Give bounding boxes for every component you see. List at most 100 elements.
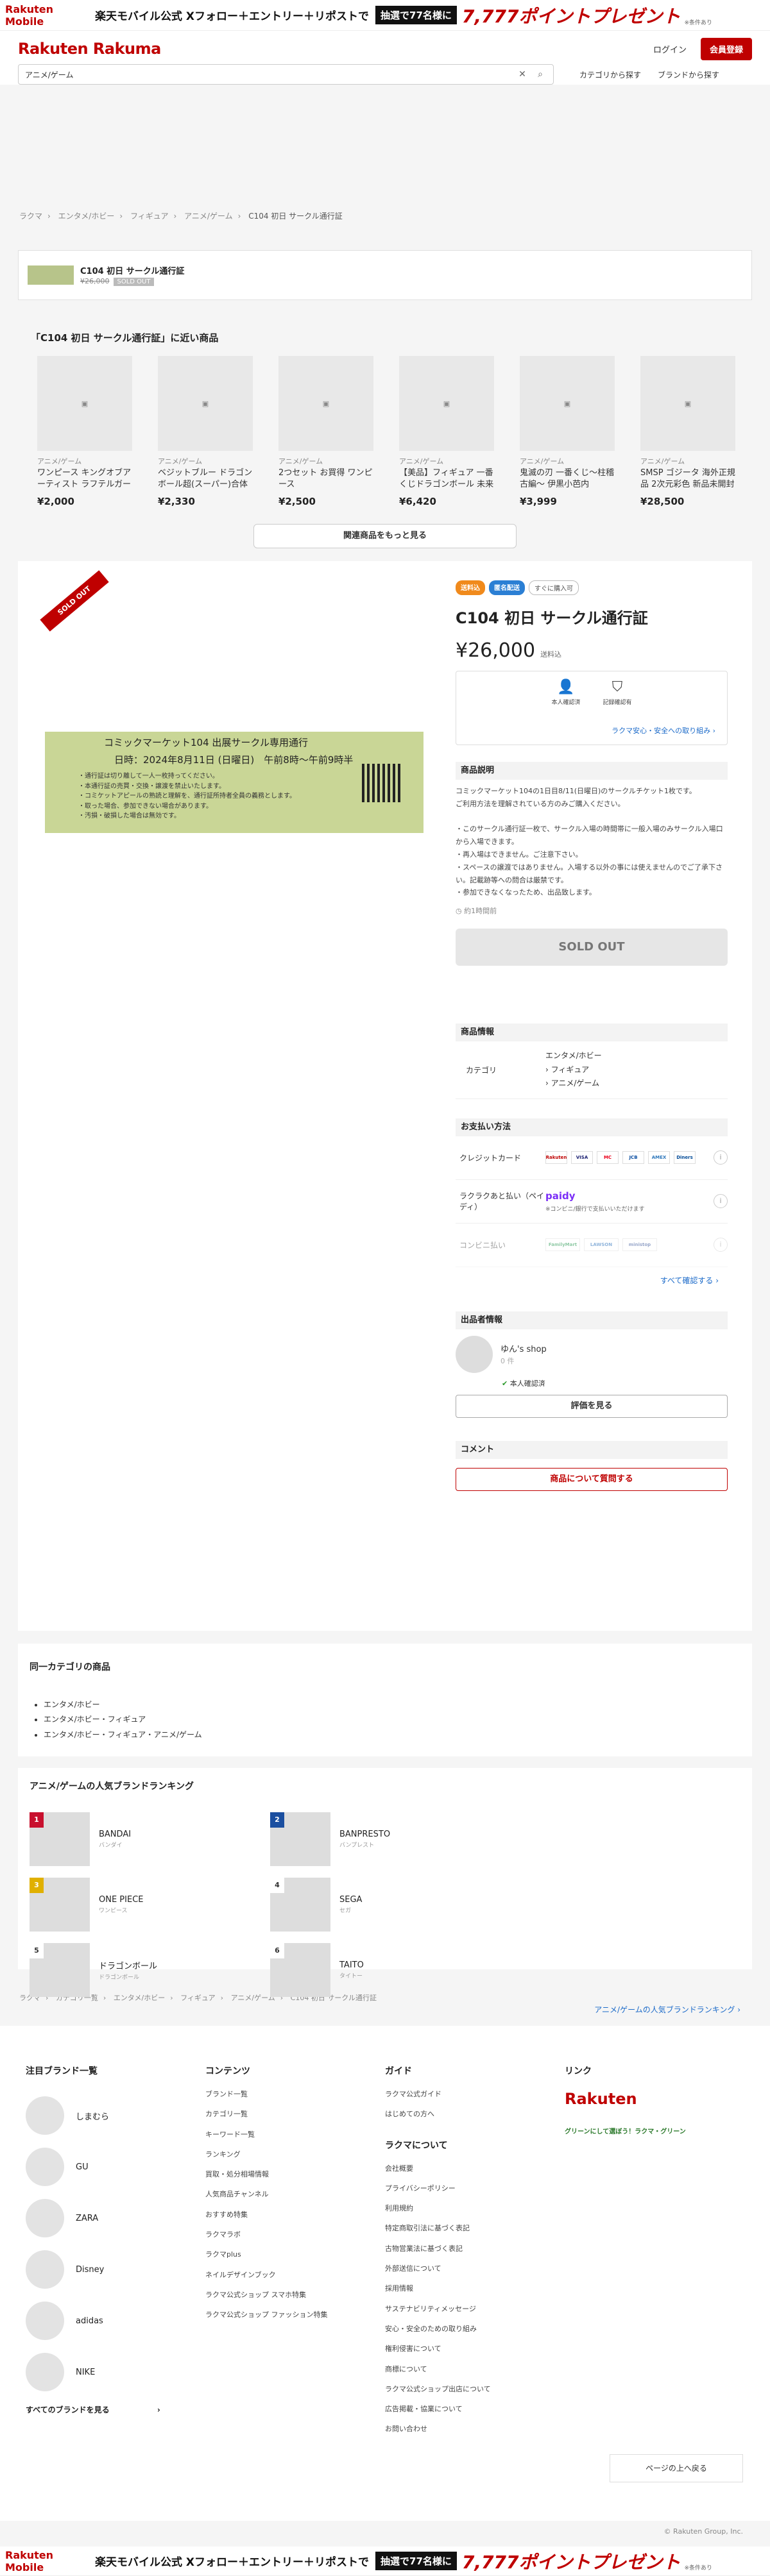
footer-link[interactable]: プライバシーポリシー — [385, 2184, 565, 2193]
seller-avatar[interactable] — [456, 1335, 493, 1373]
item-name[interactable]: SMSP ゴジータ 海外正規品 2次元彩色 新品未開封 — [640, 467, 735, 491]
footer-link[interactable]: ラクマ公式ショップ ファッション特集 — [205, 2311, 385, 2319]
footer-link[interactable]: 古物営業法に基づく表記 — [385, 2244, 565, 2253]
footer-link[interactable]: ネイルデザインブック — [205, 2271, 385, 2280]
brand-name[interactable]: NIKE — [76, 2368, 95, 2377]
similar-item[interactable]: ▣ アニメ/ゲームベジットブルー ドラゴンボール超(スーパー)合体超戦士最強必..… — [158, 356, 253, 507]
item-name[interactable]: 鬼滅の刃 一番くじ〜柱稽古編〜 伊黒小芭内 — [520, 467, 615, 491]
footer-link[interactable]: 採用情報 — [385, 2284, 565, 2293]
brand-name[interactable]: Disney — [76, 2265, 104, 2275]
breadcrumb-item[interactable]: フィギュア — [130, 212, 169, 221]
category-link[interactable]: › フィギュア — [545, 1065, 589, 1074]
brand-avatar[interactable] — [26, 2148, 64, 2186]
info-icon[interactable]: i — [714, 1194, 728, 1209]
brand-name[interactable]: BANPRESTO — [339, 1830, 390, 1839]
brand-avatar[interactable] — [26, 2199, 64, 2237]
sold-out-button[interactable]: SOLD OUT — [456, 929, 728, 966]
ranking-more-link[interactable]: アニメ/ゲームの人気ブランドランキング › — [30, 2004, 740, 2015]
breadcrumb-item[interactable]: エンタメ/ホビー — [58, 212, 115, 221]
footer-link[interactable]: キーワード一覧 — [205, 2130, 385, 2139]
footer-link[interactable]: ラクマplus — [205, 2250, 385, 2259]
footer-link[interactable]: 権利侵害について — [385, 2344, 565, 2353]
product-image[interactable]: ▣ — [399, 356, 494, 451]
breadcrumb-item[interactable]: フィギュア — [180, 1994, 216, 2002]
category-link[interactable]: › アニメ/ゲーム — [545, 1079, 599, 1088]
footer-link[interactable]: 人気商品チャンネル — [205, 2190, 385, 2199]
footer-link[interactable]: ランキング — [205, 2150, 385, 2159]
footer-link[interactable]: カテゴリ一覧 — [205, 2110, 385, 2119]
similar-item[interactable]: ▣ アニメ/ゲーム SMSP ゴジータ 海外正規品 2次元彩色 新品未開封 ¥28,5… — [640, 356, 735, 507]
review-button[interactable]: 評価を見る — [456, 1394, 728, 1418]
footer-link[interactable]: ラクマ公式ガイド — [385, 2090, 565, 2099]
category-link[interactable]: エンタメ/ホビー — [545, 1051, 602, 1060]
clear-icon[interactable]: ✕ — [516, 69, 529, 80]
footer-link[interactable]: ブランド一覧 — [205, 2090, 385, 2099]
ranking-item[interactable]: 3 ONE PIECE ワンピース — [30, 1876, 270, 1933]
similar-item[interactable]: ▣ アニメ/ゲーム 鬼滅の刃 一番くじ〜柱稽古編〜 伊黒小芭内 ¥3,999 — [520, 356, 615, 507]
category-link[interactable]: エンタメ/ホビー・フィギュア・アニメ/ゲーム — [44, 1730, 202, 1739]
seller-box[interactable]: ゆん's shop 0 件 — [456, 1335, 728, 1373]
category-link[interactable]: エンタメ/ホビー・フィギュア — [44, 1715, 146, 1724]
brand-name[interactable]: ドラゴンボール — [99, 1959, 157, 1971]
info-icon[interactable]: i — [714, 1238, 728, 1252]
login-link[interactable]: ログイン — [653, 43, 687, 55]
info-icon[interactable]: i — [714, 1150, 728, 1165]
footer-link[interactable]: お問い合わせ — [385, 2425, 565, 2434]
signup-button[interactable]: 会員登録 — [700, 37, 752, 60]
green-logo[interactable]: グリーンにして選ぼう！ラクマ・グリーン — [565, 2126, 744, 2135]
brand-name[interactable]: SEGA — [339, 1895, 362, 1905]
footer-brand[interactable]: Disney — [26, 2244, 205, 2295]
item-name[interactable]: ベジットブルー ドラゴンボール超(スーパー)合体超戦士最強必... — [158, 467, 253, 491]
footer-link[interactable]: 特定商取引法に基づく表記 — [385, 2224, 565, 2233]
ranking-item[interactable]: 4 SEGA セガ — [270, 1876, 511, 1933]
product-image[interactable]: ▣ — [640, 356, 735, 451]
footer-link[interactable]: 会社概要 — [385, 2164, 565, 2173]
ranking-item[interactable]: 5 ドラゴンボール ドラゴンボール — [30, 1941, 270, 1999]
rakuma-logo[interactable]: Rakuten Rakuma — [18, 40, 161, 58]
brand-image[interactable]: 2 — [270, 1812, 330, 1866]
item-name[interactable]: 【美品】フィギュア 一番くじドラゴンボール 未来への決闘 B... — [399, 467, 494, 491]
footer-link[interactable]: 利用規約 — [385, 2204, 565, 2213]
more-related-button[interactable]: 関連商品をもっと見る — [253, 524, 517, 548]
footer-brand[interactable]: adidas — [26, 2295, 205, 2346]
promo-banner[interactable]: Rakuten Mobile 楽天モバイル公式 Xフォロー＋エントリー＋リポスト… — [0, 0, 770, 31]
product-photo[interactable]: SOLD OUT コミックマーケット104 出展サークル専用通行 日時：2024… — [40, 570, 430, 946]
brand-name[interactable]: しまむら — [76, 2110, 109, 2122]
item-name[interactable]: 2つセット お買得 ワンピース — [278, 467, 373, 491]
footer-brand[interactable]: しまむら — [26, 2090, 205, 2141]
footer-link[interactable]: はじめての方へ — [385, 2110, 565, 2119]
footer-link[interactable]: おすすめ特集 — [205, 2210, 385, 2219]
product-image[interactable]: ▣ — [158, 356, 253, 451]
category-search-link[interactable]: カテゴリから探す — [579, 69, 641, 80]
brand-image[interactable]: 4 — [270, 1878, 330, 1932]
brand-search-link[interactable]: ブランドから探す — [658, 69, 719, 80]
item-name[interactable]: ワンピース キングオブアーティスト ラフテルガーロー — [37, 467, 132, 491]
seller-name[interactable]: ゆん's shop — [501, 1342, 547, 1354]
footer-brand[interactable]: ZARA — [26, 2193, 205, 2244]
similar-item[interactable]: ▣ アニメ/ゲーム 2つセット お買得 ワンピース ¥2,500 — [278, 356, 373, 507]
brand-image[interactable]: 6 — [270, 1943, 330, 1997]
footer-link[interactable]: 買取・処分相場情報 — [205, 2170, 385, 2179]
ranking-item[interactable]: 6 TAITO タイトー — [270, 1941, 511, 1999]
brand-image[interactable]: 1 — [30, 1812, 90, 1866]
product-image[interactable]: ▣ — [37, 356, 132, 451]
ask-question-button[interactable]: 商品について質問する — [456, 1467, 728, 1491]
brand-avatar[interactable] — [26, 2302, 64, 2340]
brand-name[interactable]: TAITO — [339, 1960, 364, 1970]
footer-brand[interactable]: NIKE — [26, 2346, 205, 2398]
product-image[interactable]: ▣ — [278, 356, 373, 451]
footer-link[interactable]: ラクマ公式ショップ出店について — [385, 2385, 565, 2394]
footer-link[interactable]: 広告掲載・協業について — [385, 2405, 565, 2414]
all-brands-link[interactable]: すべてのブランドを見る › — [26, 2404, 205, 2415]
brand-image[interactable]: 3 — [30, 1878, 90, 1932]
footer-link[interactable]: 外部送信について — [385, 2264, 565, 2273]
brand-name[interactable]: ONE PIECE — [99, 1895, 143, 1905]
promo-banner-bottom[interactable]: Rakuten Mobile 楽天モバイル公式 Xフォロー＋エントリー＋リポスト… — [0, 2547, 770, 2576]
rakuten-logo[interactable]: Rakuten — [565, 2090, 744, 2108]
search-value[interactable]: アニメ/ゲーム — [25, 69, 511, 80]
brand-name[interactable]: GU — [76, 2162, 89, 2172]
similar-item[interactable]: ▣ アニメ/ゲームワンピース キングオブアーティスト ラフテルガーロー ¥2,000 — [37, 356, 132, 507]
breadcrumb-item[interactable]: アニメ/ゲーム — [231, 1994, 275, 2002]
back-to-top-button[interactable]: ページの上へ戻る — [610, 2454, 743, 2482]
search-input[interactable]: アニメ/ゲーム ✕ ⌕ — [18, 64, 554, 85]
